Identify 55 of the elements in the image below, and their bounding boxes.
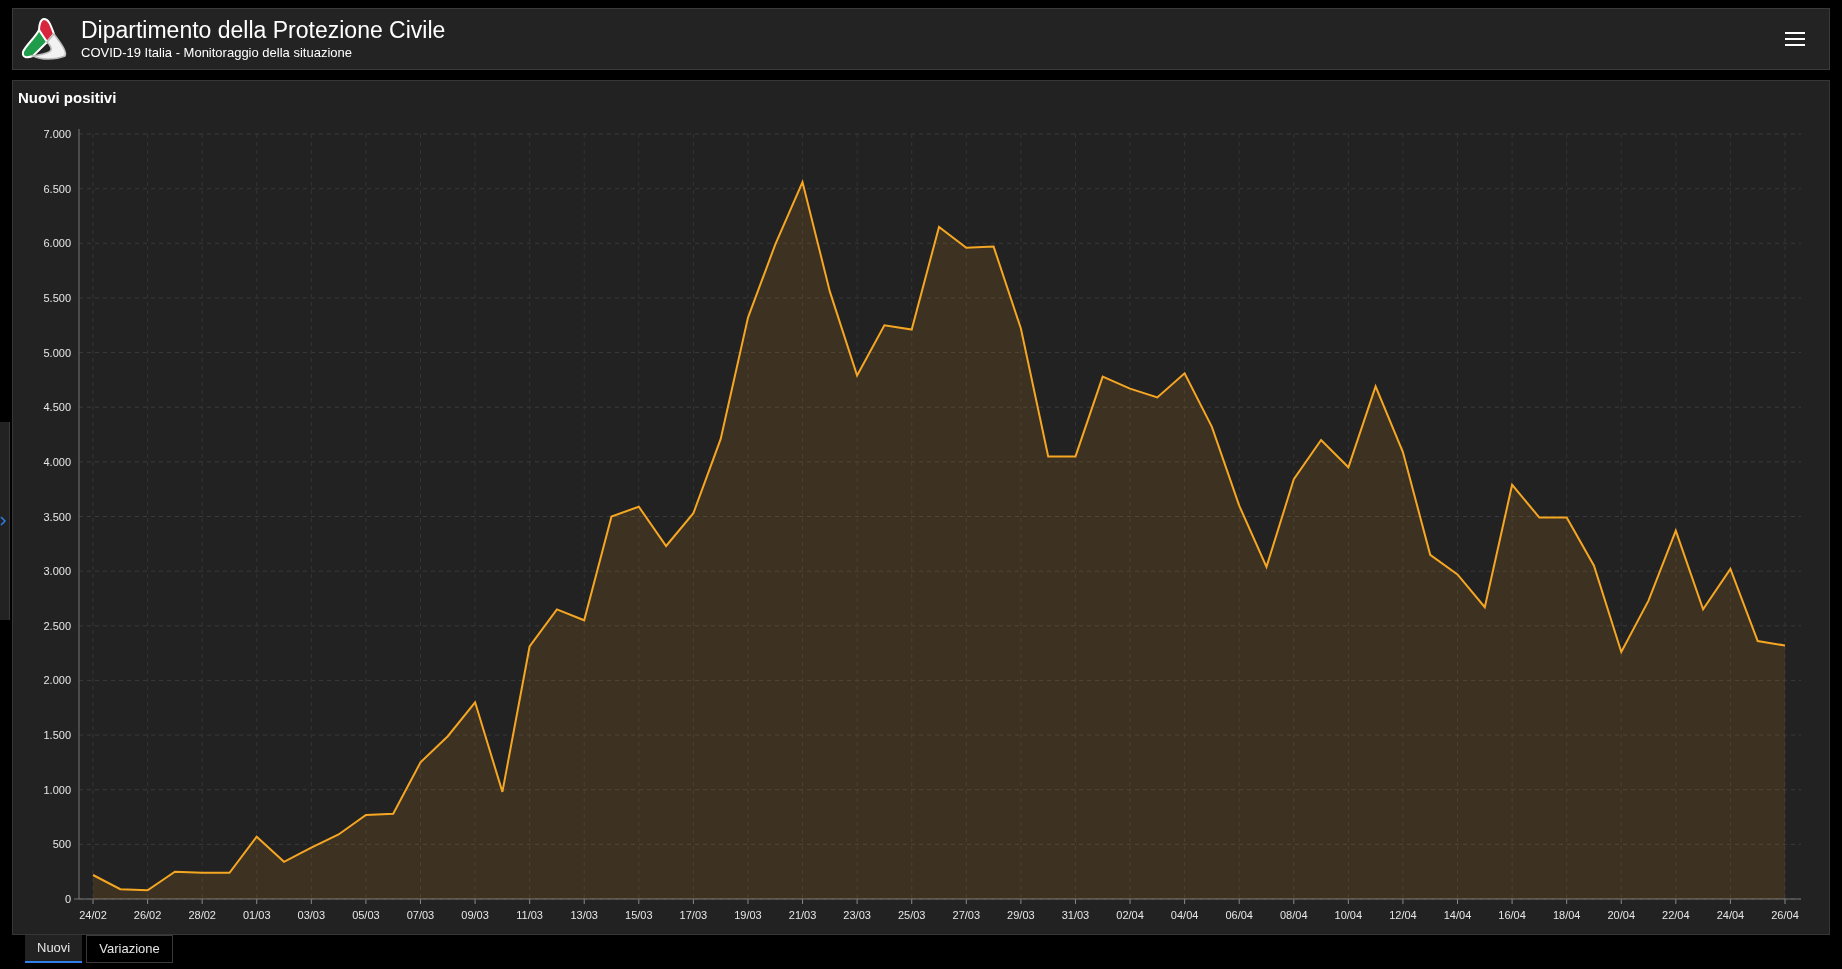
y-axis-label: 6.000 — [43, 237, 71, 250]
x-axis-label: 23/03 — [843, 909, 871, 921]
y-axis-label: 0 — [64, 893, 71, 905]
x-axis-label: 13/03 — [570, 909, 598, 921]
x-axis-label: 03/03 — [297, 909, 326, 921]
x-axis-label: 12/04 — [1389, 909, 1417, 921]
x-axis-label: 21/03 — [788, 909, 817, 921]
x-axis-label: 05/03 — [352, 909, 380, 921]
x-axis-label: 24/04 — [1716, 909, 1745, 921]
y-axis-label: 500 — [52, 838, 71, 851]
x-axis-label: 08/04 — [1280, 909, 1308, 921]
x-axis-label: 11/03 — [516, 909, 543, 921]
x-axis-label: 24/02 — [79, 909, 107, 921]
x-axis-label: 31/03 — [1061, 909, 1090, 921]
x-axis-label: 16/04 — [1498, 909, 1526, 921]
x-axis-label: 28/02 — [188, 909, 216, 921]
x-axis-label: 17/03 — [679, 909, 708, 921]
y-axis-label: 3.500 — [43, 510, 71, 523]
y-axis-label: 4.000 — [43, 455, 71, 468]
app-subtitle: COVID-19 Italia - Monitoraggio della situazione — [81, 44, 353, 62]
tab[interactable]: Nuovi — [25, 935, 83, 963]
panel-title: Nuovi positivi — [17, 88, 118, 108]
x-axis-label: 15/03 — [625, 909, 653, 921]
x-axis-label: 29/03 — [1007, 909, 1035, 921]
x-axis-label: 25/03 — [897, 909, 926, 921]
y-axis-label: 5.500 — [43, 291, 71, 304]
y-axis-label: 6.500 — [43, 182, 71, 195]
x-axis-label: 27/03 — [952, 909, 981, 921]
app-title: Dipartimento della Protezione Civile — [81, 16, 447, 44]
x-axis-label: 14/04 — [1443, 909, 1472, 921]
x-axis-label: 26/02 — [133, 909, 162, 921]
y-axis-label: 2.000 — [43, 674, 71, 687]
chevron-right-icon — [0, 516, 6, 526]
x-axis-label: 10/04 — [1334, 909, 1363, 921]
x-axis-label: 09/03 — [461, 909, 489, 921]
y-axis-label: 1.500 — [43, 729, 71, 742]
side-panel-handle[interactable] — [0, 422, 10, 620]
x-axis-label: 04/04 — [1170, 909, 1199, 921]
y-axis-label: 5.000 — [43, 346, 71, 359]
tab[interactable]: Variazione — [86, 935, 173, 963]
y-axis-label: 3.000 — [43, 565, 71, 578]
y-axis-label: 4.500 — [43, 401, 71, 414]
x-axis-label: 06/04 — [1225, 909, 1253, 921]
x-axis-label: 19/03 — [734, 909, 762, 921]
x-axis-label: 02/04 — [1116, 909, 1144, 921]
x-axis-label: 01/03 — [243, 909, 271, 921]
y-axis-label: 7.000 — [43, 128, 71, 140]
x-axis-label: 20/04 — [1607, 909, 1635, 921]
y-axis-label: 1.000 — [43, 783, 71, 796]
x-axis-label: 26/04 — [1771, 909, 1799, 921]
x-axis-label: 18/04 — [1552, 909, 1581, 921]
x-axis-label: 07/03 — [406, 909, 435, 921]
y-axis-label: 2.500 — [43, 619, 71, 632]
x-axis-label: 22/04 — [1662, 909, 1690, 921]
logo-icon — [19, 16, 69, 62]
